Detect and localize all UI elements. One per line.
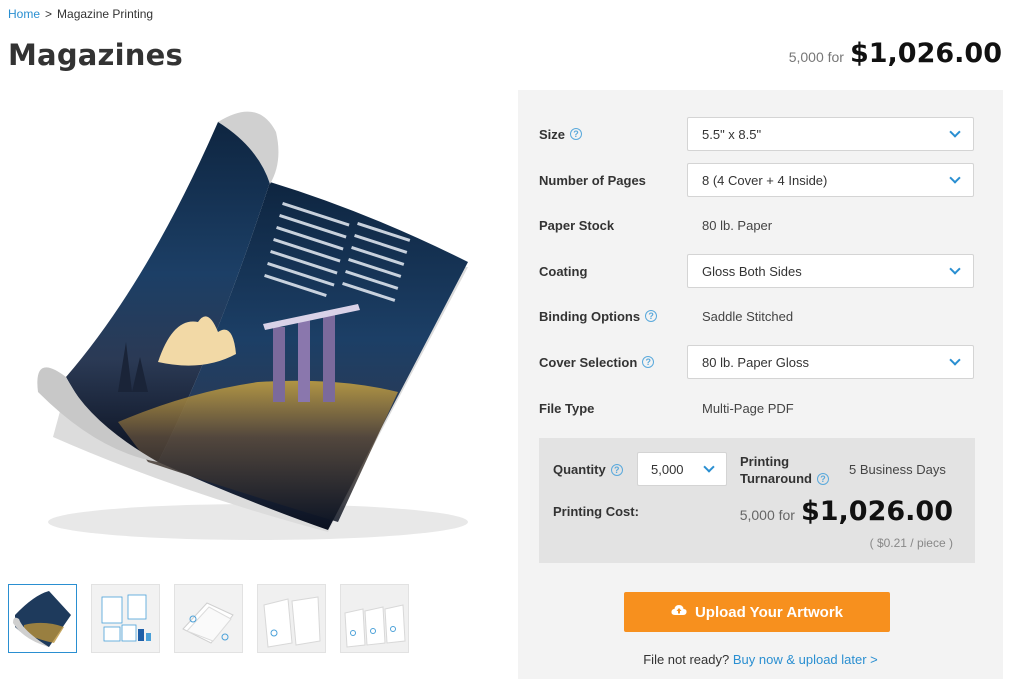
- header-price: 5,000 for $1,026.00: [789, 38, 1002, 69]
- cost-summary: Quantity? 5,000 Printing Turnaround? 5 B…: [539, 438, 975, 563]
- breadcrumb-separator: >: [45, 7, 53, 21]
- help-icon[interactable]: ?: [645, 310, 658, 322]
- file-type-value: Multi-Page PDF: [702, 400, 794, 416]
- file-not-ready-text: File not ready?: [643, 652, 730, 667]
- thumbnail-size-diagram[interactable]: [91, 584, 160, 653]
- option-size: Size? 5.5" x 8.5": [539, 117, 974, 151]
- printing-cost-price: 5,000 for $1,026.00: [740, 496, 953, 527]
- thumbnail-coating[interactable]: [257, 584, 326, 653]
- option-file-type: File Type Multi-Page PDF: [539, 391, 974, 425]
- pages-select-value: 8 (4 Cover + 4 Inside): [702, 172, 828, 188]
- breadcrumb-home-link[interactable]: Home: [8, 7, 40, 21]
- turnaround-label-line1: Printing: [740, 454, 790, 469]
- option-label: Coating: [539, 263, 588, 279]
- chevron-down-icon: [949, 263, 961, 275]
- size-select-value: 5.5" x 8.5": [702, 126, 762, 142]
- quantity-select-value: 5,000: [651, 461, 684, 477]
- help-icon[interactable]: ?: [642, 356, 655, 368]
- turnaround-label-line2: Turnaround: [740, 471, 812, 486]
- paper-stock-value: 80 lb. Paper: [702, 217, 773, 233]
- page-title: Magazines: [8, 38, 183, 72]
- chevron-down-icon: [703, 461, 715, 473]
- coating-select-value: Gloss Both Sides: [702, 263, 802, 279]
- thumbnail-number-of-pages[interactable]: [174, 584, 243, 653]
- help-icon[interactable]: ?: [570, 128, 583, 140]
- chevron-down-icon: [949, 126, 961, 138]
- turnaround-value: 5 Business Days: [849, 462, 946, 477]
- quantity-select[interactable]: 5,000: [637, 452, 727, 486]
- chevron-down-icon: [949, 354, 961, 366]
- option-label: Binding Options: [539, 308, 641, 324]
- thumbnail-cover-selection[interactable]: [340, 584, 409, 653]
- breadcrumb-current: Magazine Printing: [57, 7, 154, 21]
- printing-cost-qty: 5,000 for: [739, 507, 795, 523]
- printing-cost-amount: $1,026.00: [800, 496, 953, 527]
- option-label: Cover Selection: [539, 354, 638, 370]
- binding-value: Saddle Stitched: [702, 308, 794, 324]
- thumbnail-strip: [8, 584, 409, 653]
- file-not-ready: File not ready? Buy now & upload later >: [518, 652, 1003, 667]
- option-label: File Type: [539, 400, 595, 416]
- printing-cost-label: Printing Cost:: [553, 504, 639, 519]
- cover-select-value: 80 lb. Paper Gloss: [702, 354, 809, 370]
- pages-select[interactable]: 8 (4 Cover + 4 Inside): [687, 163, 974, 197]
- cloud-upload-icon: [671, 603, 687, 621]
- help-icon[interactable]: ?: [610, 463, 623, 476]
- option-paper-stock: Paper Stock 80 lb. Paper: [539, 208, 974, 242]
- option-label: Number of Pages: [539, 172, 646, 188]
- turnaround-label: Printing Turnaround?: [740, 453, 829, 487]
- chevron-down-icon: [949, 172, 961, 184]
- option-coating: Coating Gloss Both Sides: [539, 254, 974, 288]
- option-number-of-pages: Number of Pages 8 (4 Cover + 4 Inside): [539, 163, 974, 197]
- option-label: Size: [539, 126, 566, 142]
- buy-now-upload-later-link[interactable]: Buy now & upload later >: [733, 652, 878, 667]
- unit-price: ( $0.21 / piece ): [869, 536, 953, 550]
- upload-artwork-label: Upload Your Artwork: [694, 603, 844, 621]
- upload-artwork-button[interactable]: Upload Your Artwork: [624, 592, 890, 632]
- coating-select[interactable]: Gloss Both Sides: [687, 254, 974, 288]
- product-options-panel: Size? 5.5" x 8.5" Number of Pages 8 (4 C…: [518, 90, 1003, 679]
- option-binding: Binding Options? Saddle Stitched: [539, 299, 974, 333]
- cover-select[interactable]: 80 lb. Paper Gloss: [687, 345, 974, 379]
- header-price-qty: 5,000 for: [788, 49, 844, 65]
- option-cover-selection: Cover Selection? 80 lb. Paper Gloss: [539, 345, 974, 379]
- breadcrumb: Home > Magazine Printing: [8, 7, 153, 21]
- thumbnail-magazine-photo[interactable]: [8, 584, 77, 653]
- option-label: Paper Stock: [539, 217, 615, 233]
- size-select[interactable]: 5.5" x 8.5": [687, 117, 974, 151]
- help-icon[interactable]: ?: [816, 472, 829, 485]
- product-hero-image[interactable]: [8, 92, 498, 562]
- header-price-amount: $1,026.00: [849, 38, 1002, 69]
- quantity-label: Quantity: [553, 462, 606, 477]
